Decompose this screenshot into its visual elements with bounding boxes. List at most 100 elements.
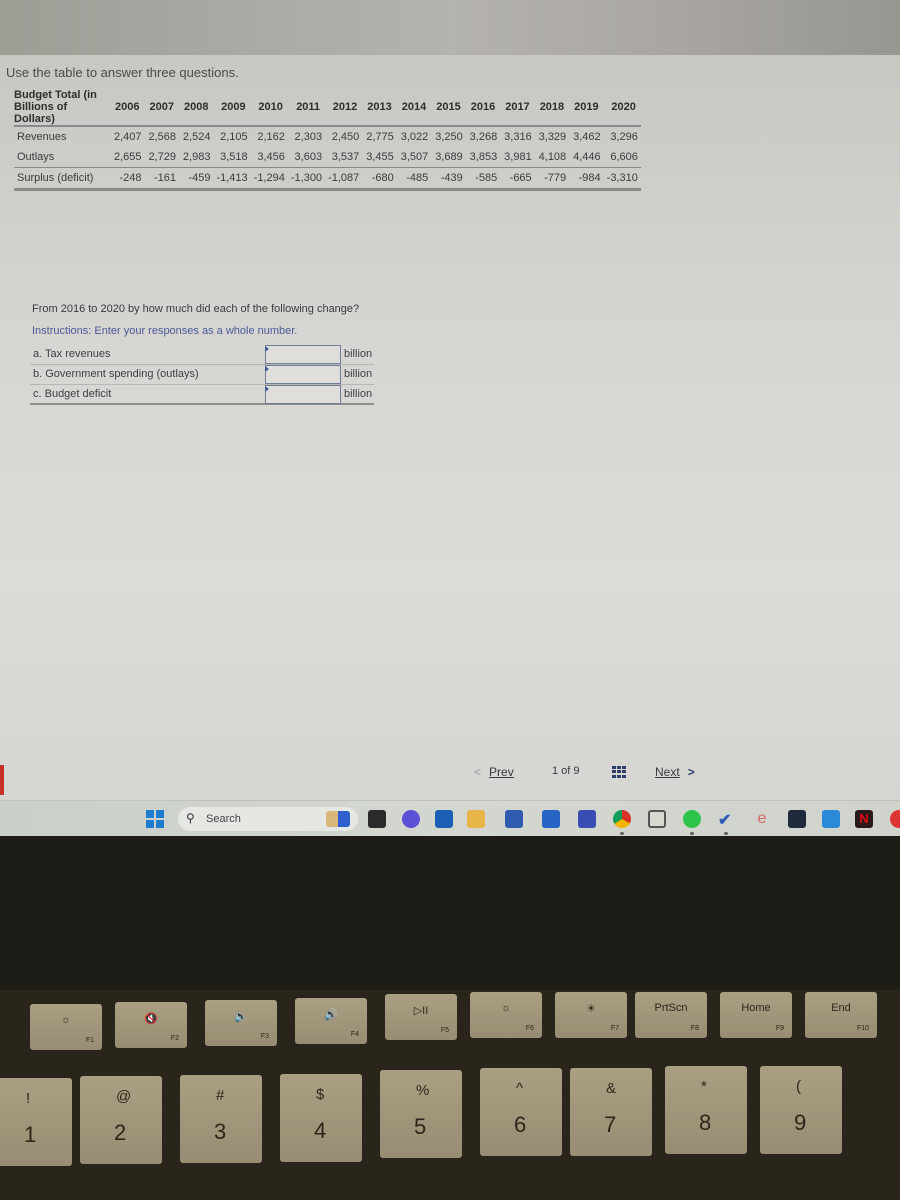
fn-key-f2[interactable]: 🔇 F2 (115, 1002, 187, 1048)
prev-button[interactable]: < Prev (474, 765, 514, 779)
num-key-1[interactable]: ! 1 (0, 1078, 72, 1166)
todo-check-icon[interactable]: ✔ (718, 810, 736, 829)
year-header: 2017 (505, 101, 530, 113)
fn-key-f4[interactable]: 🔊 F4 (295, 998, 367, 1044)
app-q-icon[interactable] (578, 810, 596, 828)
table-cell: 4,108 (538, 151, 567, 163)
store-icon[interactable] (505, 810, 523, 828)
prev-link[interactable]: Prev (489, 765, 514, 779)
netflix-icon[interactable]: N (855, 810, 873, 828)
key-fn-label: F5 (440, 1027, 449, 1034)
table-cell: -439 (440, 172, 463, 184)
table-cell: 3,316 (504, 131, 532, 143)
answer-label: b. Government spending (outlays) (33, 368, 199, 380)
key-fn-label: F4 (350, 1031, 359, 1038)
file-explorer-icon[interactable] (467, 810, 485, 828)
key-fn-label: F6 (525, 1025, 534, 1032)
question-page: Use the table to answer three questions.… (0, 55, 900, 800)
year-header: 2013 (367, 101, 392, 113)
fn-key-f3[interactable]: 🔈 F3 (205, 1000, 277, 1046)
year-header: 2014 (401, 101, 427, 113)
num-key-6[interactable]: ^ 6 (480, 1068, 562, 1156)
row-label: Surplus (deficit) (17, 172, 94, 184)
year-header: 2012 (332, 101, 358, 113)
unit-label: billion (344, 388, 373, 400)
budget-table: Budget Total (in Billions of Dollars) 20… (14, 89, 641, 191)
tax-revenues-input[interactable] (265, 345, 341, 364)
year-header: 2015 (436, 101, 461, 113)
num-key-3[interactable]: #3 (180, 1075, 262, 1163)
row-label: Outlays (17, 151, 55, 163)
table-cell: 2,729 (148, 151, 176, 163)
table-cell: -485 (406, 172, 429, 184)
table-cell: -779 (544, 172, 567, 184)
clock-icon[interactable] (648, 810, 666, 828)
app-red-icon[interactable] (890, 810, 900, 828)
table-cell: -1,294 (253, 172, 285, 184)
key-fn-label: F8 (690, 1025, 699, 1032)
year-header: 2006 (115, 101, 140, 113)
key-number: 2 (114, 1120, 127, 1145)
budget-deficit-input[interactable] (265, 385, 341, 404)
table-cell: 6,606 (610, 151, 638, 163)
table-cell: 3,853 (469, 151, 498, 163)
table-cell: 3,268 (469, 131, 498, 143)
table-cell: 2,303 (294, 131, 323, 143)
fn-key-f8[interactable]: PrtScn F8 (635, 992, 707, 1038)
year-header: 2008 (183, 101, 209, 113)
page-count: 1 of 9 (552, 765, 580, 777)
meet-icon[interactable] (402, 810, 420, 828)
num-key-7[interactable]: & 7 (570, 1068, 652, 1156)
prime-video-icon[interactable] (788, 810, 806, 828)
table-cell: -665 (509, 172, 532, 184)
fn-key-f6[interactable]: ☼ F6 (470, 992, 542, 1038)
year-header: 2010 (258, 101, 283, 113)
year-header: 2020 (611, 101, 636, 113)
num-key-8[interactable]: * 8 (665, 1066, 747, 1154)
fn-key-f5[interactable]: ▷II F5 (385, 994, 457, 1040)
key-glyph: 🔊 (324, 1009, 338, 1021)
taskbar-search[interactable]: ⚲ Search (178, 807, 358, 831)
word-icon[interactable] (542, 810, 560, 828)
year-header: 2011 (296, 101, 321, 113)
year-header: 2016 (470, 101, 496, 113)
windows-start-icon[interactable] (146, 810, 164, 828)
num-key-2[interactable]: @2 (80, 1076, 162, 1164)
num-key-5[interactable]: % 5 (380, 1070, 462, 1158)
fn-key-f1[interactable]: ☼ F1 (30, 1004, 102, 1050)
key-shift-symbol: # (216, 1087, 225, 1104)
num-key-4[interactable]: $4 (280, 1074, 362, 1162)
key-number: 1 (24, 1122, 37, 1147)
fn-key-f9[interactable]: Home F9 (720, 992, 792, 1038)
key-number: 3 (214, 1119, 227, 1144)
year-header: 2018 (539, 101, 565, 113)
table-cell: 2,105 (220, 131, 248, 143)
table-cell: -585 (475, 172, 498, 184)
next-link[interactable]: Next (655, 765, 680, 779)
num-key-9[interactable]: (9 (760, 1066, 842, 1154)
key-shift-symbol: ! (26, 1090, 31, 1107)
outlays-input[interactable] (265, 365, 341, 384)
unit-label: billion (344, 368, 373, 380)
input-marker-icon (265, 366, 269, 372)
next-button[interactable]: Next > (655, 765, 695, 779)
spotify-icon[interactable] (683, 810, 701, 828)
fn-key-f7[interactable]: ☀ F7 (555, 992, 627, 1038)
fn-key-f10[interactable]: End F10 (805, 992, 877, 1038)
table-cell: -248 (119, 172, 142, 184)
key-glyph: Home (741, 1002, 771, 1014)
outlook-icon[interactable] (435, 810, 453, 828)
table-cell: 3,518 (220, 151, 248, 163)
task-view-icon[interactable] (368, 810, 386, 828)
key-glyph: End (831, 1002, 851, 1014)
table-cell: 2,524 (182, 131, 211, 143)
key-number: 5 (414, 1114, 427, 1139)
edge-e-icon[interactable]: e (753, 810, 771, 828)
table-cell: 3,462 (573, 131, 601, 143)
grid-menu-icon[interactable] (612, 766, 626, 778)
chrome-icon[interactable] (613, 810, 631, 828)
table-cell: -1,300 (290, 172, 323, 184)
input-marker-icon (265, 386, 269, 392)
amazon-icon[interactable] (822, 810, 840, 828)
keyboard: ☼ F1 🔇 F2 🔈 F3 🔊 F4 ▷II F5 ☼ F6 ☀ F7 PrtScn F8 Home F9 End… (0, 990, 900, 1200)
